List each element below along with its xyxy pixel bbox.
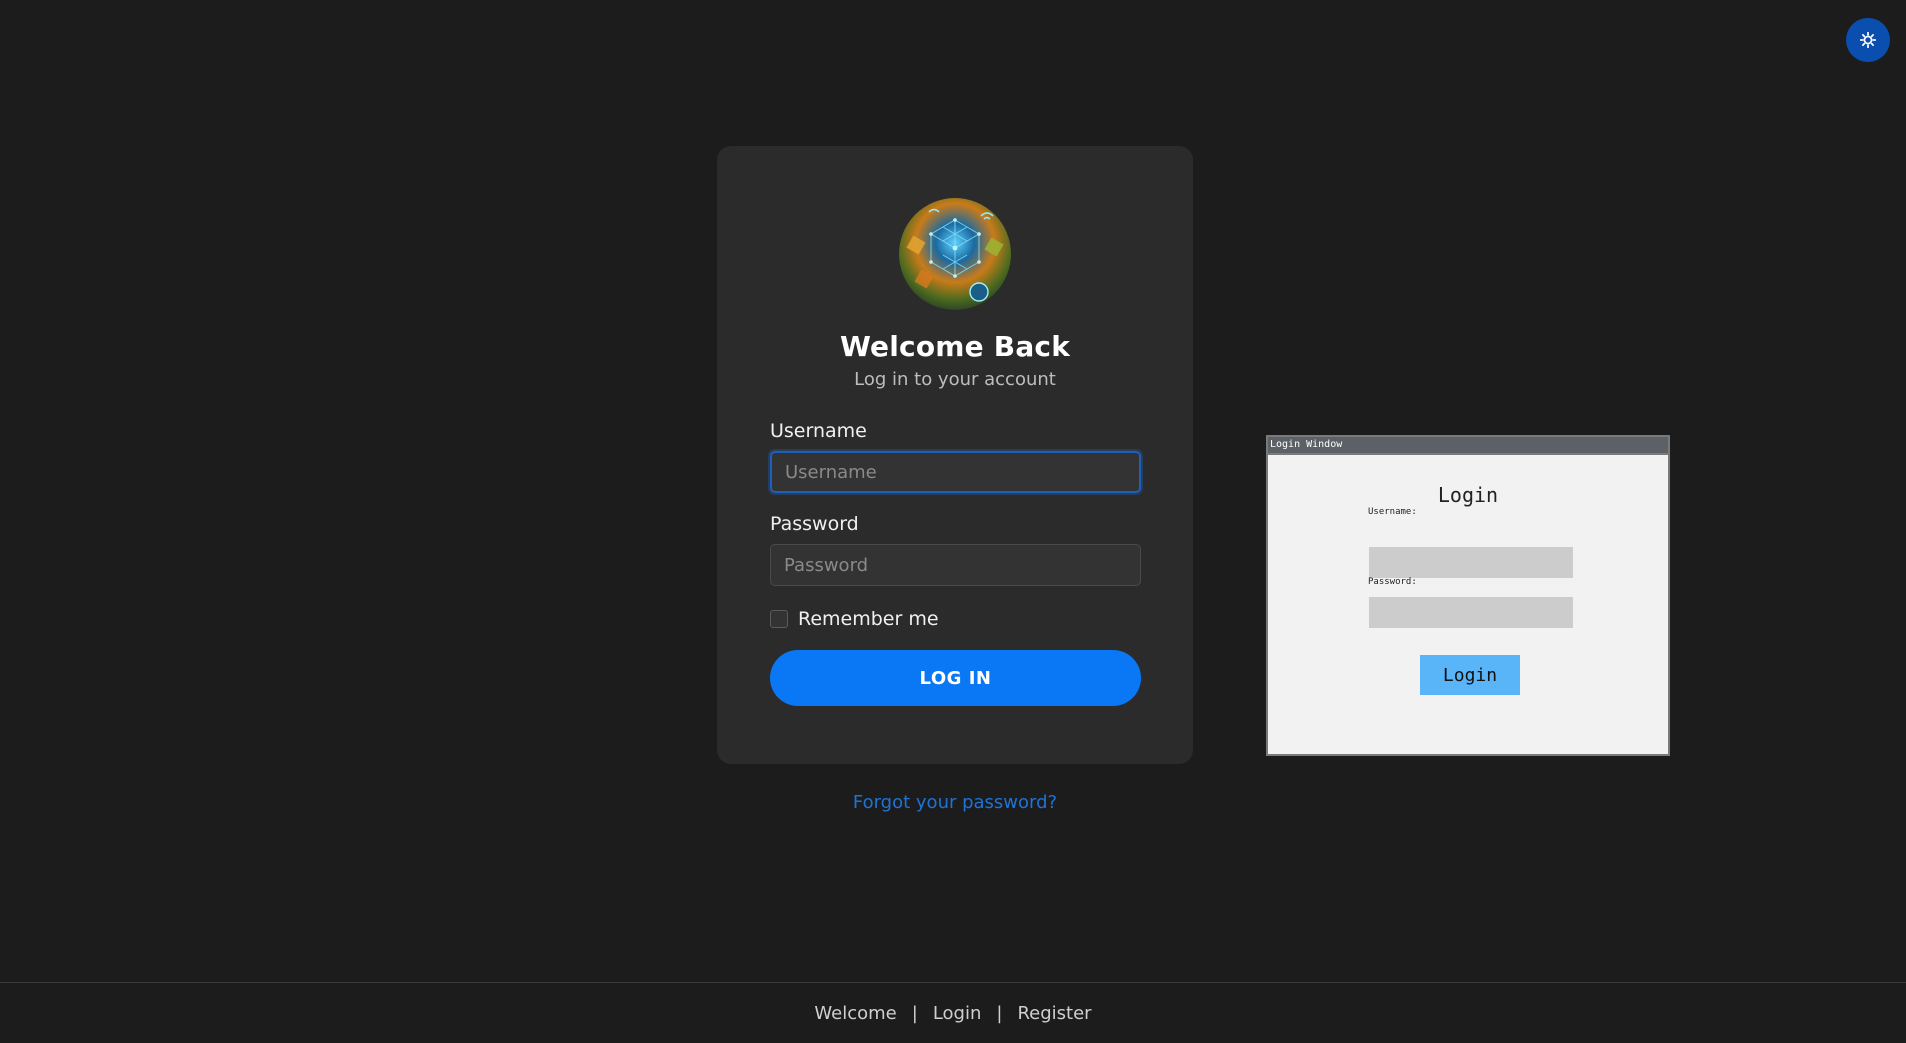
footer-separator: |	[911, 1003, 918, 1024]
password-label: Password	[770, 513, 859, 535]
page-subtitle: Log in to your account	[854, 369, 1056, 390]
sun-icon	[1860, 32, 1876, 48]
footer-link-welcome[interactable]: Welcome	[814, 1003, 896, 1024]
username-input[interactable]	[770, 451, 1141, 493]
footer: Welcome | Login | Register	[0, 982, 1906, 1043]
remember-me-checkbox[interactable]	[770, 610, 788, 628]
mini-login-button[interactable]: Login	[1420, 655, 1520, 695]
page: Welcome Back Log in to your account User…	[0, 0, 1906, 1043]
password-input[interactable]	[770, 544, 1141, 586]
page-title: Welcome Back	[839, 330, 1071, 363]
username-label: Username	[770, 420, 867, 442]
mini-login-heading: Login	[1437, 483, 1499, 507]
remember-me-row: Remember me	[770, 608, 1140, 630]
login-card: Welcome Back Log in to your account User…	[717, 146, 1193, 764]
login-button[interactable]: LOG IN	[770, 650, 1141, 706]
mini-password-label: Password:	[1368, 577, 1417, 587]
avatar-illustration	[906, 208, 1004, 302]
mini-password-input[interactable]	[1369, 597, 1573, 628]
footer-link-register[interactable]: Register	[1017, 1003, 1091, 1024]
footer-separator: |	[996, 1003, 1003, 1024]
footer-link-login[interactable]: Login	[933, 1003, 982, 1024]
mini-login-window: Login Window Login Username: Password: L…	[1266, 435, 1670, 756]
mini-window-titlebar: Login Window	[1268, 437, 1668, 455]
forgot-password-link[interactable]: Forgot your password?	[717, 792, 1193, 813]
theme-toggle-button[interactable]	[1846, 18, 1890, 62]
remember-me-label[interactable]: Remember me	[798, 608, 939, 630]
network-avatar	[899, 198, 1011, 310]
mini-username-input[interactable]	[1369, 547, 1573, 578]
mini-username-label: Username:	[1368, 507, 1417, 517]
